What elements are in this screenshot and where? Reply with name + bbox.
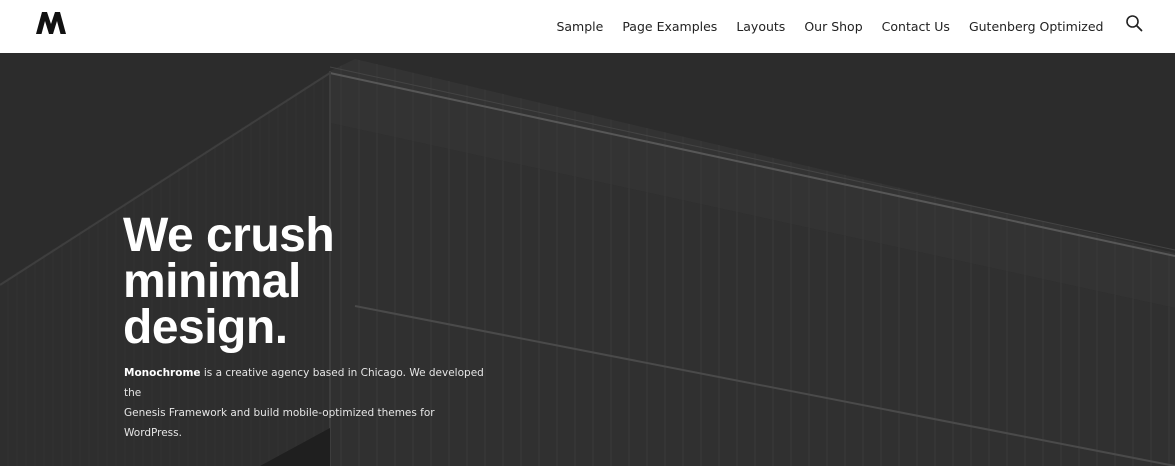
search-icon[interactable] — [1125, 14, 1143, 32]
nav-item-layouts[interactable]: Layouts — [727, 19, 795, 34]
main-navigation: Sample Page Examples Layouts Our Shop Co… — [547, 0, 1113, 53]
nav-item-gutenberg-optimized[interactable]: Gutenberg Optimized — [959, 19, 1113, 34]
monochrome-logo-icon[interactable] — [36, 12, 66, 34]
nav-item-sample[interactable]: Sample — [547, 19, 613, 34]
headline-line-3: design. — [123, 301, 288, 354]
intro-text-line-2: Genesis Framework and build mobile-optim… — [124, 407, 435, 439]
intro-brand-name: Monochrome — [124, 367, 201, 379]
site-header: Sample Page Examples Layouts Our Shop Co… — [0, 0, 1175, 53]
nav-item-contact-us[interactable]: Contact Us — [872, 19, 959, 34]
hero-section: We crush minimal design. Monochrome is a… — [0, 53, 1175, 466]
nav-item-page-examples[interactable]: Page Examples — [613, 19, 727, 34]
headline-line-1: We crush — [123, 209, 335, 262]
headline-line-2: minimal — [123, 255, 301, 308]
nav-item-our-shop[interactable]: Our Shop — [795, 19, 872, 34]
hero-headline: We crush minimal design. — [123, 209, 483, 354]
hero-intro-text: Monochrome is a creative agency based in… — [124, 363, 494, 443]
